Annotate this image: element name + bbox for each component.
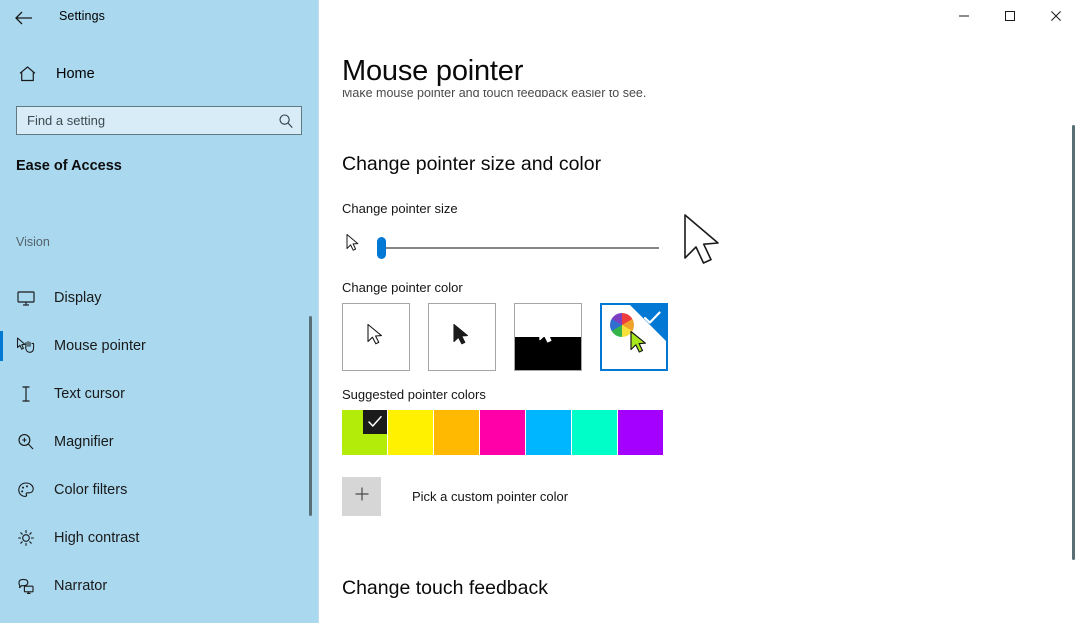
- back-button[interactable]: [6, 2, 42, 34]
- pointer-color-options: [342, 303, 686, 371]
- close-button[interactable]: [1033, 0, 1079, 32]
- swatch-spring-green[interactable]: [572, 410, 617, 455]
- palette-icon: [14, 478, 38, 502]
- sidebar-item-label: High contrast: [54, 530, 140, 546]
- sidebar-item-color-filters[interactable]: Color filters: [0, 466, 319, 514]
- nav-group-label: Vision: [16, 235, 50, 249]
- text-cursor-icon: [14, 382, 38, 406]
- sidebar-item-high-contrast[interactable]: High contrast: [0, 514, 319, 562]
- content-scrollbar[interactable]: [1072, 125, 1075, 560]
- plus-icon: [353, 485, 371, 508]
- suggested-color-swatches: [342, 410, 663, 455]
- sidebar-nav: Display Mouse pointer Text cursor Magnif…: [0, 274, 319, 610]
- window-controls: [941, 0, 1079, 32]
- page-category: Ease of Access: [16, 158, 122, 174]
- checkmark-icon: [643, 310, 662, 331]
- sun-icon: [14, 526, 38, 550]
- swatch-lime[interactable]: [342, 410, 387, 455]
- sidebar-item-magnifier[interactable]: Magnifier: [0, 418, 319, 466]
- large-cursor-icon: [678, 210, 730, 285]
- mouse-pointer-icon: [14, 334, 38, 358]
- sidebar-scrollbar[interactable]: [309, 316, 312, 516]
- pointer-color-label: Change pointer color: [342, 280, 463, 295]
- pointer-option-black[interactable]: [428, 303, 496, 371]
- sidebar: Settings Home Ease of Access Vision: [0, 0, 319, 623]
- monitor-icon: [14, 286, 38, 310]
- close-icon: [1050, 10, 1062, 22]
- home-icon: [14, 61, 40, 87]
- page-title: Mouse pointer: [342, 55, 524, 87]
- white-pointer-icon: [365, 322, 387, 355]
- selection-accent: [0, 331, 3, 361]
- custom-color-label: Pick a custom pointer color: [412, 489, 569, 504]
- sidebar-item-narrator[interactable]: Narrator: [0, 562, 319, 610]
- selection-accent: [0, 523, 3, 553]
- sidebar-item-text-cursor[interactable]: Text cursor: [0, 370, 319, 418]
- selection-accent: [0, 379, 3, 409]
- sidebar-item-display[interactable]: Display: [0, 274, 319, 322]
- swatch-magenta[interactable]: [480, 410, 525, 455]
- search-box[interactable]: [16, 106, 302, 135]
- checkmark-icon: [367, 415, 383, 434]
- search-input[interactable]: [17, 107, 273, 134]
- swatch-yellow[interactable]: [388, 410, 433, 455]
- titlebar-left: Settings: [0, 0, 319, 36]
- back-arrow-icon: [15, 11, 33, 25]
- custom-color-row: Pick a custom pointer color: [342, 477, 568, 516]
- swatch-purple[interactable]: [618, 410, 663, 455]
- minimize-icon: [958, 10, 970, 22]
- pointer-option-inverted[interactable]: [514, 303, 582, 371]
- page-subtitle: Make mouse pointer and touch feedback ea…: [342, 90, 647, 100]
- maximize-icon: [1004, 10, 1016, 22]
- swatch-cyan[interactable]: [526, 410, 571, 455]
- selection-accent: [0, 571, 3, 601]
- minimize-button[interactable]: [941, 0, 987, 32]
- pointer-size-slider-row: [342, 214, 722, 270]
- sidebar-item-label: Text cursor: [54, 386, 125, 402]
- home-label: Home: [56, 66, 95, 82]
- sidebar-item-label: Magnifier: [54, 434, 114, 450]
- pointer-option-custom[interactable]: [600, 303, 668, 371]
- section-heading-pointer-size-color: Change pointer size and color: [342, 153, 602, 175]
- maximize-button[interactable]: [987, 0, 1033, 32]
- sidebar-item-label: Color filters: [54, 482, 128, 498]
- search-icon[interactable]: [273, 107, 299, 134]
- pointer-size-slider-track[interactable]: [378, 247, 659, 249]
- pick-custom-color-button[interactable]: [342, 477, 381, 516]
- narrator-icon: [14, 574, 38, 598]
- magnifier-icon: [14, 430, 38, 454]
- pointer-size-slider-thumb[interactable]: [377, 237, 386, 259]
- sidebar-item-mouse-pointer[interactable]: Mouse pointer: [0, 322, 319, 370]
- pointer-size-label: Change pointer size: [342, 201, 458, 216]
- sidebar-item-label: Mouse pointer: [54, 338, 146, 354]
- small-cursor-icon: [344, 232, 364, 261]
- black-pointer-icon: [451, 322, 473, 355]
- suggested-colors-label: Suggested pointer colors: [342, 387, 486, 402]
- selection-accent: [0, 283, 3, 313]
- selection-accent: [0, 427, 3, 457]
- pointer-option-white[interactable]: [342, 303, 410, 371]
- sidebar-item-label: Narrator: [54, 578, 108, 594]
- swatch-orange[interactable]: [434, 410, 479, 455]
- selection-accent: [0, 475, 3, 505]
- main-content: Mouse pointer Make mouse pointer and tou…: [319, 0, 1079, 623]
- sidebar-item-label: Display: [54, 290, 102, 306]
- app-title: Settings: [59, 9, 105, 23]
- settings-window: Settings Home Ease of Access Vision: [0, 0, 1079, 623]
- sidebar-item-home[interactable]: Home: [0, 58, 300, 90]
- section-heading-touch-feedback: Change touch feedback: [342, 577, 548, 599]
- inverted-pointer-icon: [537, 320, 559, 355]
